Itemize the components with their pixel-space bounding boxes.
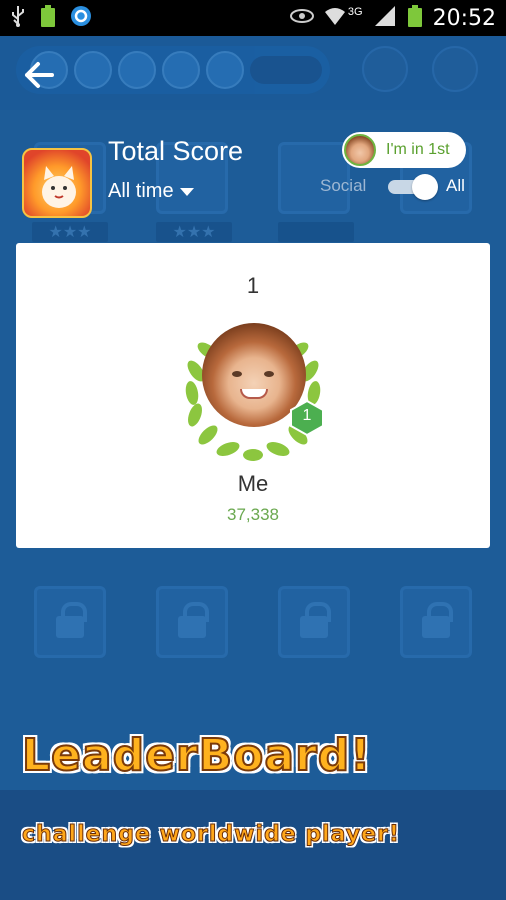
locked-level-tile (34, 586, 106, 658)
paw-icon (206, 51, 244, 89)
locked-level-tile (278, 586, 350, 658)
player-name: Me (237, 471, 269, 496)
my-rank-label: I'm in 1st (386, 141, 450, 158)
avatar-mouth (240, 389, 268, 399)
rank-number: 1 (246, 273, 260, 298)
battery-icon (407, 4, 423, 33)
battery-full-icon (40, 4, 56, 33)
lock-icon (422, 602, 453, 638)
sync-icon (70, 5, 92, 32)
caret-down-icon (179, 187, 194, 196)
all-toggle-label[interactable]: All (446, 176, 465, 196)
time-filter-dropdown[interactable]: All time (108, 180, 194, 203)
level-stars (278, 222, 354, 242)
eye-icon (289, 8, 314, 29)
lock-icon (300, 602, 331, 638)
paw-icon (74, 51, 112, 89)
shop-icon (362, 46, 408, 92)
paw-icon (118, 51, 156, 89)
settings-gear-icon (432, 46, 478, 92)
network-type-label: 3G (347, 6, 363, 18)
level-stars: ★★★ (32, 222, 108, 242)
locked-level-tile (156, 586, 228, 658)
leaderboard-title: Total Score (108, 136, 244, 166)
toggle-knob[interactable] (412, 174, 438, 200)
wifi-icon (324, 6, 346, 31)
game-app-icon (22, 148, 92, 218)
coin-counter (250, 56, 322, 84)
promo-subtitle: challenge worldwide player! (22, 822, 400, 848)
avatar-eye (232, 371, 242, 377)
locked-level-tile (400, 586, 472, 658)
status-bar: 3G 20:52 (0, 0, 506, 36)
avatar-eye (264, 371, 274, 377)
avatar (344, 134, 376, 166)
rank-badge-number: 1 (302, 407, 312, 424)
time-filter-label: All time (108, 180, 174, 202)
arrow-left-icon (25, 62, 54, 88)
lock-icon (56, 602, 87, 638)
my-rank-chip[interactable]: I'm in 1st (342, 132, 466, 168)
lock-icon (178, 602, 209, 638)
back-button[interactable] (22, 58, 56, 92)
player-score: 37,338 (227, 505, 279, 524)
clock: 20:52 (432, 5, 496, 31)
usb-icon (10, 4, 26, 33)
signal-icon (373, 5, 397, 32)
promo-title: LeaderBoard! (21, 729, 372, 782)
paw-icon (162, 51, 200, 89)
social-toggle-label[interactable]: Social (320, 176, 366, 196)
leaderboard-card: 1 1 Me 37,338 (16, 243, 490, 548)
level-stars: ★★★ (156, 222, 232, 242)
